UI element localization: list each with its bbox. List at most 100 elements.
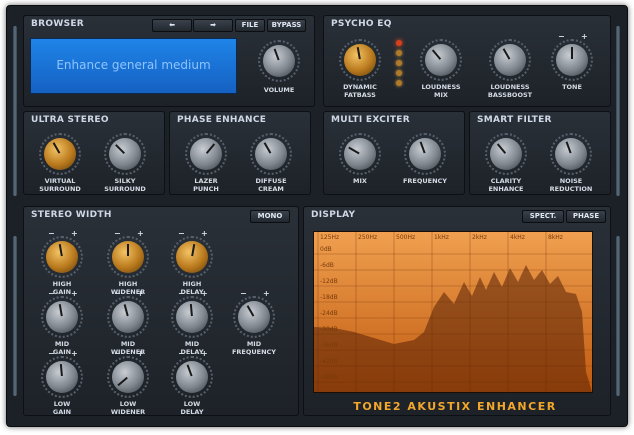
plugin-window: BROWSER ⬅ ➡ FILE BYPASS Enhance general … bbox=[6, 5, 628, 427]
stereo-width-panel: STEREO WIDTH MONO HIGH GAIN − + HIGH WIDENER −… bbox=[23, 206, 299, 416]
db-tick-label: 0dB bbox=[320, 246, 332, 253]
stereo-width-6-label: LOW GAIN bbox=[52, 400, 72, 416]
db-tick-label: -12dB bbox=[320, 278, 338, 285]
phase-enhance-1-knob[interactable] bbox=[255, 138, 287, 170]
stereo-width-4-knob[interactable] bbox=[112, 301, 144, 333]
minus-sign: − bbox=[240, 289, 247, 298]
plus-sign: + bbox=[137, 229, 144, 238]
product-logo: TONE2 AKUSTIX ENHANCER bbox=[353, 400, 557, 413]
smart-filter-1-knob[interactable] bbox=[555, 138, 587, 170]
spectrum-button[interactable]: SPECT. bbox=[522, 210, 564, 223]
file-button[interactable]: FILE bbox=[235, 19, 265, 32]
mono-button[interactable]: MONO bbox=[250, 210, 290, 223]
ultra-stereo-1-knob[interactable] bbox=[109, 138, 141, 170]
smart-filter-0-label: CLARITY ENHANCE bbox=[488, 177, 524, 193]
preset-display[interactable]: Enhance general medium bbox=[30, 38, 237, 94]
stereo-width-7-label: LOW WIDENER bbox=[110, 400, 146, 416]
level-led bbox=[396, 40, 402, 46]
smart-filter-title: SMART FILTER bbox=[477, 115, 552, 125]
stereo-width-2-knob[interactable] bbox=[176, 241, 208, 273]
stereo-width-8-knob[interactable] bbox=[176, 361, 208, 393]
freq-tick-label: 250Hz bbox=[358, 234, 378, 241]
ultra-stereo-title: ULTRA STEREO bbox=[31, 115, 109, 125]
multi-exciter-0-label: MIX bbox=[353, 177, 367, 185]
phase-enhance-0-label: LAZER PUNCH bbox=[193, 177, 219, 193]
smart-filter-1-label: NOISE REDUCTION bbox=[549, 177, 593, 193]
phase-button[interactable]: PHASE bbox=[566, 210, 606, 223]
left-rail-top bbox=[13, 26, 17, 196]
preset-back-button[interactable]: ⬅ bbox=[152, 19, 192, 32]
stereo-width-1-knob[interactable] bbox=[112, 241, 144, 273]
browser-panel: BROWSER ⬅ ➡ FILE BYPASS Enhance general … bbox=[23, 15, 315, 107]
multi-exciter-title: MULTI EXCITER bbox=[331, 115, 410, 125]
psycho-eq-1-knob[interactable] bbox=[425, 44, 457, 76]
psycho-eq-0-label: DYNAMIC FATBASS bbox=[343, 83, 377, 99]
db-tick-label: -24dB bbox=[320, 310, 338, 317]
stereo-width-3-knob[interactable] bbox=[46, 301, 78, 333]
db-tick-label: -42dB bbox=[320, 358, 338, 365]
stereo-width-2-label: HIGH DELAY bbox=[180, 280, 204, 296]
plus-sign: + bbox=[263, 289, 270, 298]
psycho-eq-title: PSYCHO EQ bbox=[331, 19, 392, 29]
multi-exciter-1-label: FREQUENCY bbox=[402, 177, 448, 185]
right-rail-top bbox=[616, 26, 620, 196]
plus-sign: + bbox=[71, 349, 78, 358]
db-tick-label: -36dB bbox=[320, 342, 338, 349]
multi-exciter-1-knob[interactable] bbox=[409, 138, 441, 170]
freq-tick-label: 500Hz bbox=[396, 234, 416, 241]
arrow-right-icon: ➡ bbox=[210, 21, 216, 29]
display-title: DISPLAY bbox=[311, 210, 356, 220]
minus-sign: − bbox=[178, 349, 185, 358]
smart-filter-0-knob[interactable] bbox=[490, 138, 522, 170]
db-tick-label: -6dB bbox=[320, 262, 334, 269]
stereo-width-4-label: MID WIDENER bbox=[110, 340, 146, 356]
volume-knob[interactable] bbox=[263, 45, 295, 77]
phase-enhance-panel: PHASE ENHANCE LAZER PUNCH DIFFUSE CREAM bbox=[169, 111, 311, 195]
stereo-width-5-label: MID DELAY bbox=[180, 340, 204, 356]
freq-tick-label: 8kHz bbox=[548, 234, 563, 241]
level-led bbox=[396, 80, 402, 86]
minus-sign: − bbox=[178, 229, 185, 238]
plus-sign: + bbox=[71, 289, 78, 298]
stereo-width-7-knob[interactable] bbox=[112, 361, 144, 393]
minus-sign: − bbox=[114, 349, 121, 358]
psycho-eq-1-label: LOUDNESS MIX bbox=[421, 83, 461, 99]
ultra-stereo-0-knob[interactable] bbox=[44, 138, 76, 170]
stereo-width-3-label: MID GAIN bbox=[52, 340, 72, 356]
level-led bbox=[396, 50, 402, 56]
minus-sign: − bbox=[558, 32, 565, 41]
ultra-stereo-1-label: SILKY SURROUND bbox=[104, 177, 146, 193]
db-tick-label: -48dB bbox=[320, 374, 338, 381]
db-tick-label: -30dB bbox=[320, 326, 338, 333]
minus-sign: − bbox=[48, 349, 55, 358]
freq-tick-label: 125Hz bbox=[320, 234, 340, 241]
minus-sign: − bbox=[114, 289, 121, 298]
psycho-eq-3-label: TONE bbox=[562, 83, 582, 91]
preset-name: Enhance general medium bbox=[56, 58, 211, 72]
stereo-width-6-knob[interactable] bbox=[46, 361, 78, 393]
stereo-width-0-knob[interactable] bbox=[46, 241, 78, 273]
minus-sign: − bbox=[114, 229, 121, 238]
smart-filter-panel: SMART FILTER CLARITY ENHANCE NOISE REDUCTION bbox=[469, 111, 611, 195]
preset-forward-button[interactable]: ➡ bbox=[193, 19, 233, 32]
psycho-eq-0-knob[interactable] bbox=[344, 44, 376, 76]
spectrum-chart bbox=[314, 232, 592, 392]
freq-tick-label: 4kHz bbox=[510, 234, 525, 241]
minus-sign: − bbox=[48, 229, 55, 238]
minus-sign: − bbox=[178, 289, 185, 298]
db-tick-label: -18dB bbox=[320, 294, 338, 301]
stereo-width-8-label: LOW DELAY bbox=[180, 400, 204, 416]
level-led bbox=[396, 70, 402, 76]
phase-enhance-0-knob[interactable] bbox=[190, 138, 222, 170]
stereo-width-5-knob[interactable] bbox=[176, 301, 208, 333]
plus-sign: + bbox=[137, 349, 144, 358]
stereo-width-9-label: MID FREQUENCY bbox=[231, 340, 277, 356]
psycho-eq-2-knob[interactable] bbox=[494, 44, 526, 76]
plus-sign: + bbox=[201, 349, 208, 358]
stereo-width-9-knob[interactable] bbox=[238, 301, 270, 333]
psycho-eq-3-knob[interactable] bbox=[556, 44, 588, 76]
multi-exciter-0-knob[interactable] bbox=[344, 138, 376, 170]
volume-label: VOLUME bbox=[263, 86, 295, 94]
bypass-button[interactable]: BYPASS bbox=[267, 19, 306, 32]
spectrum-display[interactable]: 125Hz 250Hz 500Hz 1kHz 2kHz 4kHz 8kHz 0dB -6dB -… bbox=[313, 231, 593, 393]
